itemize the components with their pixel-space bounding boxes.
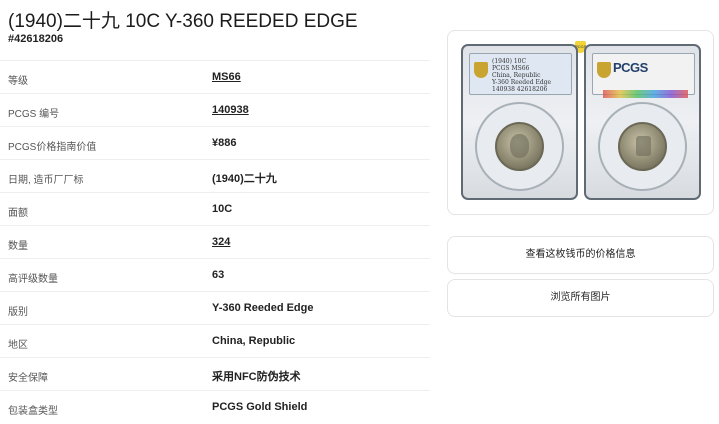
view-all-images-button[interactable]: 浏览所有图片 [447,279,714,317]
cert-number: #42618206 [8,33,64,45]
detail-label: 包装盒类型 [8,406,58,417]
detail-row-security: 安全保障 采用NFC防伪技术 [0,357,430,391]
detail-label: 高评级数量 [8,274,58,285]
pcgs-number-link[interactable]: 140938 [212,104,249,116]
detail-label: 地区 [8,340,28,351]
pcgs-logo: PCGS [613,60,648,75]
detail-label: 面额 [8,208,28,219]
detail-label: 日期, 造币厂厂标 [8,175,84,186]
detail-row-variety: 版别 Y-360 Reeded Edge [0,291,430,325]
detail-value: 采用NFC防伪技术 [212,371,301,383]
detail-label: PCGS 编号 [8,109,60,120]
detail-row-region: 地区 China, Republic [0,324,430,358]
detail-label: PCGS价格指南价值 [8,142,97,153]
detail-row-denomination: 面额 10C [0,192,430,226]
detail-value: PCGS Gold Shield [212,401,308,413]
detail-value: (1940)二十九 [212,173,277,185]
slab-label-front: (1940) 10C PCGS MS66 China, Republic Y-3… [469,53,572,95]
coin-reverse [618,122,667,171]
detail-label: 数量 [8,241,28,252]
slab-label-text: (1940) 10C PCGS MS66 China, Republic Y-3… [492,58,552,93]
grade-link[interactable]: MS66 [212,71,241,83]
slab-back-image[interactable]: PCGS [584,44,701,200]
price-info-button[interactable]: 查看这枚钱币的价格信息 [447,236,714,274]
detail-value: 10C [212,203,233,215]
detail-value: Y-360 Reeded Edge [212,302,314,314]
detail-row-grade: 等级 MS66 [0,60,430,94]
detail-label: 等级 [8,76,28,87]
coin-well [475,102,564,191]
detail-row-price-guide: PCGS价格指南价值 ¥886 [0,126,430,160]
coin-well [598,102,687,191]
gold-shield-icon [474,62,488,78]
page-title: (1940)二十九 10C Y-360 REEDED EDGE [8,11,358,32]
detail-row-holder-type: 包装盒类型 PCGS Gold Shield [0,390,430,424]
slab-front-image[interactable]: (1940) 10C PCGS MS66 China, Republic Y-3… [461,44,578,200]
hologram-strip [603,90,688,98]
population-link[interactable]: 324 [212,236,230,248]
slab-label-back: PCGS [592,53,695,98]
detail-value: ¥886 [212,137,237,149]
detail-row-pop-higher: 高评级数量 63 [0,258,430,292]
detail-value: China, Republic [212,335,296,347]
detail-row-pcgs-number: PCGS 编号 140938 [0,93,430,127]
detail-row-date-mint: 日期, 造币厂厂标 (1940)二十九 [0,159,430,193]
coin-obverse [495,122,544,171]
gold-shield-icon [597,62,611,78]
detail-row-population: 数量 324 [0,225,430,259]
coin-image-card[interactable]: PCGS (1940) 10C PCGS MS66 China, Republi… [447,30,714,215]
detail-label: 版别 [8,307,28,318]
detail-value: 63 [212,269,225,281]
detail-label: 安全保障 [8,373,48,384]
